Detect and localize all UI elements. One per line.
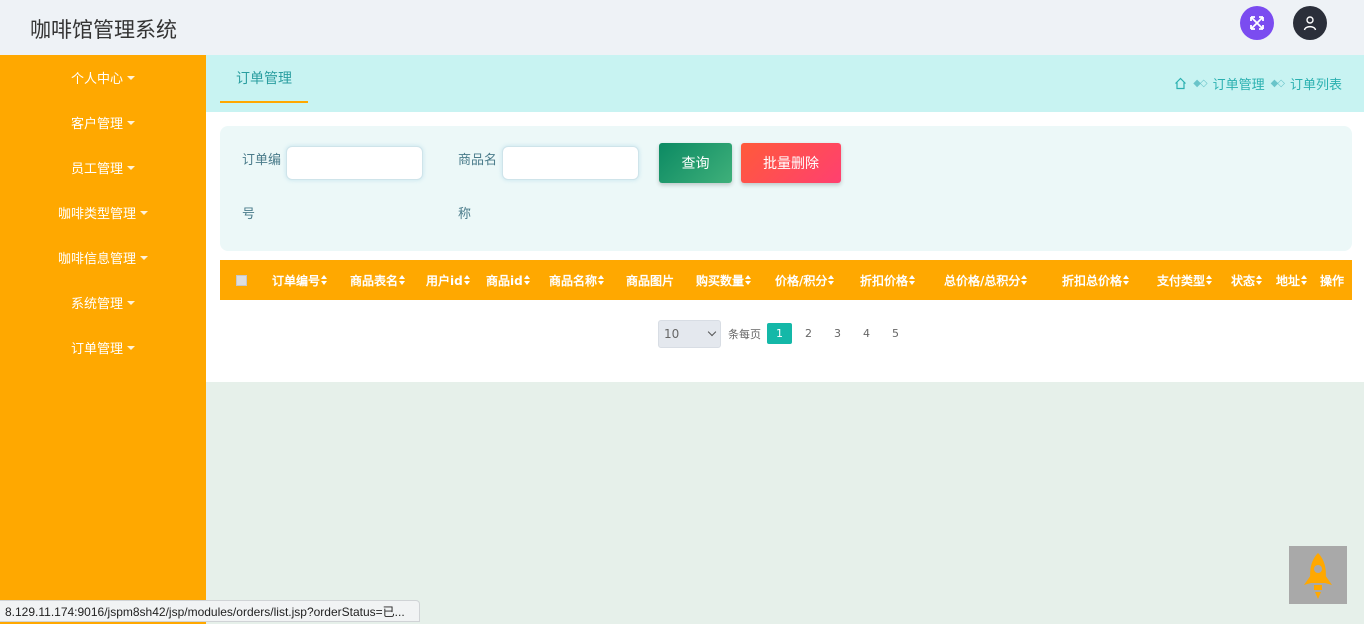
- per-page-label: 条每页: [728, 327, 761, 341]
- sort-icon: [598, 275, 605, 285]
- pagination: 10 条每页 1 2 3 4 5: [658, 319, 912, 348]
- sidebar-item-label: 员工管理: [70, 162, 123, 177]
- search-panel: 订单编号 商品名称 查询 批量删除: [220, 126, 1352, 251]
- sidebar-item-order-management[interactable]: 订单管理: [0, 325, 206, 370]
- order-no-input[interactable]: [286, 146, 423, 180]
- user-menu-button[interactable]: [1293, 6, 1327, 40]
- breadcrumb: ◆◇ 订单管理 ◆◇ 订单列表: [1174, 74, 1342, 93]
- sidebar-item-customer-management[interactable]: 客户管理: [0, 100, 206, 145]
- sort-icon: [321, 275, 328, 285]
- table-header: 订单编号 商品表名 用户id 商品id 商品名称 商品图片 购买数量 价格/积分…: [220, 260, 1352, 300]
- column-header[interactable]: 折扣价格: [860, 260, 916, 300]
- caret-down-icon: [140, 255, 148, 260]
- page-button[interactable]: 2: [796, 323, 821, 344]
- column-header[interactable]: 商品名称: [549, 260, 605, 300]
- sidebar: 个人中心 客户管理 员工管理 咖啡类型管理 咖啡信息管理 系统管理 订单管理: [0, 55, 206, 624]
- sidebar-item-label: 咖啡信息管理: [57, 252, 136, 267]
- sidebar-item-label: 咖啡类型管理: [57, 207, 136, 222]
- app-title: 咖啡馆管理系统: [30, 18, 177, 42]
- sidebar-item-label: 客户管理: [70, 117, 123, 132]
- sidebar-item-label: 订单管理: [70, 342, 123, 357]
- column-header[interactable]: 价格/积分: [775, 260, 835, 300]
- sidebar-item-system-management[interactable]: 系统管理: [0, 280, 206, 325]
- sort-icon: [1256, 275, 1263, 285]
- page-button-current[interactable]: 1: [767, 323, 792, 344]
- page-button[interactable]: 3: [825, 323, 850, 344]
- tab-order-management[interactable]: 订单管理: [220, 55, 308, 103]
- caret-down-icon: [127, 165, 135, 170]
- page-button[interactable]: 4: [854, 323, 879, 344]
- caret-down-icon: [127, 75, 135, 80]
- caret-down-icon: [127, 120, 135, 125]
- sidebar-item-label: 个人中心: [70, 72, 123, 87]
- expand-arrows-icon: [1250, 16, 1264, 30]
- sort-icon: [1206, 275, 1213, 285]
- sort-icon: [1301, 275, 1308, 285]
- caret-down-icon: [127, 300, 135, 305]
- sort-icon: [909, 275, 916, 285]
- page-button[interactable]: 5: [883, 323, 908, 344]
- status-bar-url: 8.129.11.174:9016/jspm8sh42/jsp/modules/…: [0, 600, 420, 622]
- sort-icon: [399, 275, 406, 285]
- breadcrumb-separator-icon: ◆◇: [1193, 78, 1207, 89]
- breadcrumb-item-current: 订单列表: [1289, 78, 1342, 93]
- caret-down-icon: [140, 210, 148, 215]
- order-no-label: 订单编号: [242, 153, 282, 222]
- column-header[interactable]: 商品id: [486, 260, 531, 300]
- sort-icon: [1021, 275, 1028, 285]
- sort-icon: [1123, 275, 1130, 285]
- sidebar-item-label: 系统管理: [70, 297, 123, 312]
- column-header: 操作: [1320, 273, 1345, 288]
- query-button[interactable]: 查询: [659, 143, 732, 183]
- chevron-down-icon: [707, 327, 717, 337]
- back-to-top-button[interactable]: [1289, 546, 1347, 604]
- column-header[interactable]: 支付类型: [1157, 260, 1213, 300]
- product-name-input[interactable]: [502, 146, 639, 180]
- column-header[interactable]: 订单编号: [272, 260, 328, 300]
- home-icon[interactable]: [1174, 77, 1187, 90]
- column-header[interactable]: 购买数量: [696, 260, 752, 300]
- column-header[interactable]: 状态: [1231, 260, 1263, 300]
- column-header[interactable]: 总价格/总积分: [944, 260, 1028, 300]
- batch-delete-button[interactable]: 批量删除: [741, 143, 841, 183]
- sidebar-item-coffee-info-management[interactable]: 咖啡信息管理: [0, 235, 206, 280]
- sidebar-item-coffee-type-management[interactable]: 咖啡类型管理: [0, 190, 206, 235]
- select-all-checkbox[interactable]: [236, 275, 247, 286]
- tab-bar: 订单管理 ◆◇ 订单管理 ◆◇ 订单列表: [206, 55, 1364, 112]
- sort-icon: [745, 275, 752, 285]
- app-header: 咖啡馆管理系统: [0, 0, 1364, 55]
- column-header[interactable]: 商品表名: [350, 260, 406, 300]
- sidebar-item-staff-management[interactable]: 员工管理: [0, 145, 206, 190]
- main-content: 订单编号 商品名称 查询 批量删除 订单编号 商品表名 用户id 商品id 商品…: [206, 112, 1364, 382]
- sort-icon: [523, 275, 531, 285]
- column-header[interactable]: 折扣总价格: [1062, 260, 1130, 300]
- column-header[interactable]: 地址: [1276, 260, 1308, 300]
- breadcrumb-separator-icon: ◆◇: [1270, 78, 1285, 89]
- fullscreen-button[interactable]: [1240, 6, 1274, 40]
- rocket-icon: [1304, 553, 1332, 599]
- sort-icon: [828, 275, 835, 285]
- column-header[interactable]: 用户id: [426, 260, 471, 300]
- sidebar-item-personal-center[interactable]: 个人中心: [0, 55, 206, 100]
- page-size-select[interactable]: 10: [658, 319, 721, 348]
- column-header: 商品图片: [626, 273, 675, 288]
- sort-icon: [463, 275, 471, 285]
- breadcrumb-item[interactable]: 订单管理: [1213, 74, 1265, 93]
- product-name-label: 商品名称: [458, 153, 498, 222]
- user-icon: [1303, 16, 1317, 31]
- caret-down-icon: [127, 345, 135, 350]
